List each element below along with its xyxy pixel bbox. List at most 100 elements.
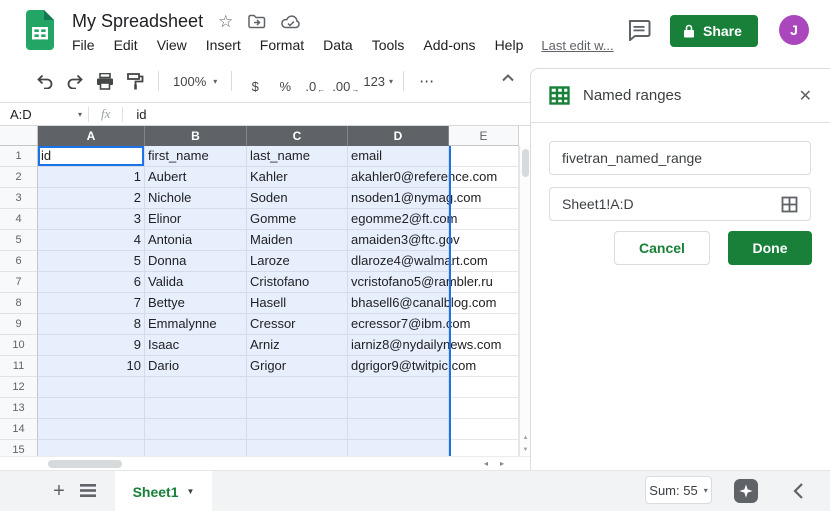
cell-D2[interactable]: akahler0@reference.com	[348, 167, 449, 188]
row-header-9[interactable]: 9	[0, 314, 38, 335]
vertical-scrollbar[interactable]: ▲ ▼	[519, 146, 530, 456]
more-toolbar-options-button[interactable]: ⋯	[414, 68, 440, 94]
increase-decimal-button[interactable]: .00 →	[332, 68, 359, 94]
cell-D6[interactable]: dlaroze4@walmart.com	[348, 251, 449, 272]
cell-A6[interactable]: 5	[38, 251, 145, 272]
done-button[interactable]: Done	[728, 231, 812, 265]
row-header-7[interactable]: 7	[0, 272, 38, 293]
column-header-a[interactable]: A	[38, 126, 145, 146]
cell-C7[interactable]: Cristofano	[247, 272, 348, 293]
cell-D13[interactable]	[348, 398, 449, 419]
cell-C15[interactable]	[247, 440, 348, 456]
cell-B5[interactable]: Antonia	[145, 230, 247, 251]
zoom-control[interactable]: 100% ▾	[167, 74, 223, 89]
column-header-d[interactable]: D	[348, 126, 449, 146]
cell-C11[interactable]: Grigor	[247, 356, 348, 377]
column-header-b[interactable]: B	[145, 126, 247, 146]
menu-format[interactable]: Format	[260, 37, 304, 53]
close-icon[interactable]: ✕	[799, 86, 812, 106]
menu-data[interactable]: Data	[323, 37, 353, 53]
cell-E12[interactable]	[449, 377, 519, 398]
print-icon[interactable]	[92, 68, 118, 94]
cell-D9[interactable]: ecressor7@ibm.com	[348, 314, 449, 335]
cell-A8[interactable]: 7	[38, 293, 145, 314]
number-format-button[interactable]: 123 ▾	[363, 68, 393, 94]
document-title[interactable]: My Spreadsheet	[72, 11, 203, 32]
cell-D12[interactable]	[348, 377, 449, 398]
cell-A2[interactable]: 1	[38, 167, 145, 188]
column-header-e[interactable]: E	[449, 126, 519, 146]
menu-tools[interactable]: Tools	[372, 37, 405, 53]
last-edit-link[interactable]: Last edit w...	[541, 38, 613, 53]
cell-A7[interactable]: 6	[38, 272, 145, 293]
sheet-tab-sheet1[interactable]: Sheet1 ▼	[115, 471, 212, 511]
row-header-10[interactable]: 10	[0, 335, 38, 356]
row-header-8[interactable]: 8	[0, 293, 38, 314]
name-box[interactable]: A:D ▾	[0, 107, 88, 122]
cell-A15[interactable]	[38, 440, 145, 456]
menu-add-ons[interactable]: Add-ons	[423, 37, 475, 53]
cell-C5[interactable]: Maiden	[247, 230, 348, 251]
cell-C10[interactable]: Arniz	[247, 335, 348, 356]
menu-insert[interactable]: Insert	[206, 37, 241, 53]
cell-C3[interactable]: Soden	[247, 188, 348, 209]
menu-file[interactable]: File	[72, 37, 95, 53]
cell-D7[interactable]: vcristofano5@rambler.ru	[348, 272, 449, 293]
cell-A13[interactable]	[38, 398, 145, 419]
avatar[interactable]: J	[779, 15, 809, 45]
cell-C14[interactable]	[247, 419, 348, 440]
cell-C9[interactable]: Cressor	[247, 314, 348, 335]
select-data-range-icon[interactable]	[781, 196, 798, 213]
cancel-button[interactable]: Cancel	[614, 231, 710, 265]
scroll-right-icon[interactable]: ▸	[500, 457, 504, 471]
cell-C6[interactable]: Laroze	[247, 251, 348, 272]
cell-D15[interactable]	[348, 440, 449, 456]
cloud-status-icon[interactable]	[281, 14, 301, 29]
menu-view[interactable]: View	[157, 37, 187, 53]
cell-E14[interactable]	[449, 419, 519, 440]
scroll-up-icon[interactable]: ▲	[520, 432, 530, 444]
comment-history-icon[interactable]	[628, 20, 651, 46]
all-sheets-menu-icon[interactable]	[80, 484, 96, 502]
cell-A1[interactable]: id	[38, 146, 145, 167]
cell-D8[interactable]: bhasell6@canalblog.com	[348, 293, 449, 314]
cell-B9[interactable]: Emmalynne	[145, 314, 247, 335]
cell-A12[interactable]	[38, 377, 145, 398]
row-header-13[interactable]: 13	[0, 398, 38, 419]
cell-C8[interactable]: Hasell	[247, 293, 348, 314]
range-name-input[interactable]: fivetran_named_range	[549, 141, 811, 175]
cell-A9[interactable]: 8	[38, 314, 145, 335]
sum-badge[interactable]: Sum: 55 ▾	[645, 476, 712, 504]
cell-B6[interactable]: Donna	[145, 251, 247, 272]
cell-D5[interactable]: amaiden3@ftc.gov	[348, 230, 449, 251]
row-header-5[interactable]: 5	[0, 230, 38, 251]
select-all-corner[interactable]	[0, 126, 38, 146]
chevron-left-icon[interactable]	[793, 482, 804, 505]
cell-B3[interactable]: Nichole	[145, 188, 247, 209]
cell-B14[interactable]	[145, 419, 247, 440]
row-header-12[interactable]: 12	[0, 377, 38, 398]
format-currency-button[interactable]: $	[242, 68, 268, 94]
cell-A5[interactable]: 4	[38, 230, 145, 251]
cell-B10[interactable]: Isaac	[145, 335, 247, 356]
sheet-tab-menu-icon[interactable]: ▼	[187, 487, 195, 496]
cell-B11[interactable]: Dario	[145, 356, 247, 377]
vertical-scrollbar-thumb[interactable]	[522, 149, 529, 177]
range-reference-input[interactable]: Sheet1!A:D	[549, 187, 811, 221]
add-sheet-button[interactable]: +	[46, 478, 72, 504]
scroll-left-icon[interactable]: ◂	[484, 457, 488, 471]
cell-D10[interactable]: iarniz8@nydailynews.com	[348, 335, 449, 356]
scroll-down-icon[interactable]: ▼	[520, 444, 530, 456]
format-percent-button[interactable]: %	[272, 68, 298, 94]
star-icon[interactable]: ☆	[218, 13, 233, 30]
column-header-c[interactable]: C	[247, 126, 348, 146]
row-header-15[interactable]: 15	[0, 440, 38, 456]
sheets-logo-icon[interactable]	[26, 10, 56, 55]
menu-edit[interactable]: Edit	[114, 37, 138, 53]
cell-A3[interactable]: 2	[38, 188, 145, 209]
cell-D3[interactable]: nsoden1@nymag.com	[348, 188, 449, 209]
redo-icon[interactable]	[62, 68, 88, 94]
cell-C4[interactable]: Gomme	[247, 209, 348, 230]
horizontal-scrollbar[interactable]: ◂ ▸	[0, 456, 530, 470]
formula-input[interactable]: id	[123, 107, 146, 122]
